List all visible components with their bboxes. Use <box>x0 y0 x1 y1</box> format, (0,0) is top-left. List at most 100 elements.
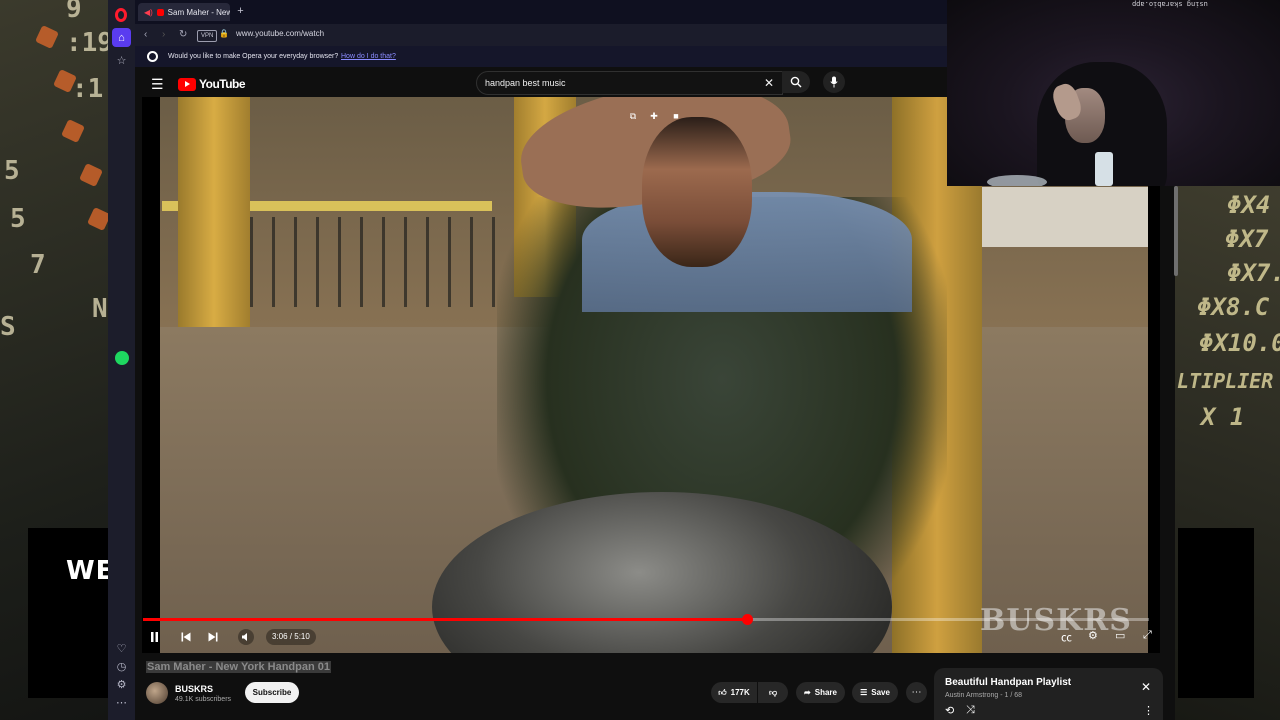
heart-icon[interactable]: ♡ <box>114 641 129 656</box>
playlist-meta: Austin Armstrong - 1 / 68 <box>945 692 1023 699</box>
desk-light <box>987 175 1047 186</box>
share-button[interactable]: ➦ Share <box>796 682 845 703</box>
more-actions-button[interactable]: ⋯ <box>906 682 927 703</box>
pause-icon <box>150 632 158 642</box>
dislike-button[interactable]: 👎︎ <box>758 682 788 703</box>
progress-played <box>143 618 747 621</box>
infobar-message: Would you like to make Opera your everyd… <box>168 53 339 60</box>
bg-multiplier: ΦX8.C <box>1197 293 1270 321</box>
scrollbar[interactable] <box>1174 186 1178 276</box>
tab-bar: ◀) Sam Maher - New Yo + <box>135 0 947 24</box>
settings-icon[interactable]: ⚙ <box>114 677 129 692</box>
bg-number: :1 <box>72 74 104 104</box>
forward-icon[interactable]: › <box>162 29 165 40</box>
address-bar: ‹ › ↻ VPN 🔒 www.youtube.com/watch <box>135 24 947 47</box>
next-button[interactable] <box>206 629 220 645</box>
tab-title: Sam Maher - New Yo <box>167 7 230 17</box>
more-icon[interactable]: ⋯ <box>114 695 129 710</box>
youtube-logo-text: YouTube <box>199 77 246 91</box>
opera-infobar-icon <box>147 51 158 62</box>
like-count: 177K <box>730 688 750 697</box>
search-button[interactable] <box>782 71 810 93</box>
subscribe-button[interactable]: Subscribe <box>245 682 299 703</box>
bg-number: 7 <box>30 250 46 280</box>
new-tab-button[interactable]: + <box>235 6 246 17</box>
skip-next-icon <box>208 632 218 642</box>
save-button[interactable]: ☰ Save <box>852 682 898 703</box>
camera-icon[interactable]: ■ <box>669 109 683 123</box>
dice-decoration <box>35 25 59 49</box>
star-icon[interactable]: ☆ <box>114 53 129 68</box>
add-effect-icon[interactable]: ✚ <box>647 109 661 123</box>
clear-search-icon[interactable]: ✕ <box>764 76 774 90</box>
bg-multiplier: LTIPLIER <box>1177 369 1274 393</box>
subscriber-count: 49.1K subscribers <box>175 696 232 703</box>
webcam-overlay: using skarabio.app <box>947 0 1280 186</box>
stream-banner-right <box>1178 528 1254 698</box>
like-button[interactable]: 👍︎ 177K <box>711 682 757 703</box>
skip-previous-icon <box>181 632 191 642</box>
channel-name[interactable]: BUSKRS <box>175 684 213 694</box>
pause-button[interactable] <box>147 629 161 645</box>
fullscreen-icon[interactable]: ⤢ <box>1143 629 1152 642</box>
youtube-logo[interactable]: YouTube <box>178 77 246 91</box>
playlist-more-icon[interactable]: ⋮ <box>1143 704 1154 717</box>
dice-decoration <box>79 163 103 187</box>
video-progress-bar[interactable] <box>143 614 1149 625</box>
miniplayer-icon[interactable]: ⧉ <box>626 109 640 123</box>
back-icon[interactable]: ‹ <box>144 29 147 40</box>
settings-gear-icon[interactable]: ⚙ <box>1088 629 1098 642</box>
tab-active[interactable]: ◀) Sam Maher - New Yo <box>138 3 230 21</box>
bg-multiplier: ΦX4 <box>1227 191 1271 219</box>
channel-avatar[interactable] <box>146 682 168 704</box>
progress-scrubber[interactable] <box>741 614 753 625</box>
bg-number: 5 <box>10 204 26 234</box>
playlist-panel: Beautiful Handpan Playlist Austin Armstr… <box>934 668 1163 720</box>
save-playlist-icon: ☰ <box>860 688 868 697</box>
url-field[interactable]: www.youtube.com/watch <box>236 29 324 38</box>
bg-number: 5 <box>4 156 20 186</box>
playlist-title[interactable]: Beautiful Handpan Playlist <box>945 677 1071 688</box>
history-icon[interactable]: ◷ <box>114 659 129 674</box>
default-browser-infobar: Would you like to make Opera your everyd… <box>135 46 947 67</box>
close-playlist-icon[interactable]: ✕ <box>1141 680 1151 694</box>
thumbs-up-icon: 👍︎ <box>718 687 727 697</box>
video-performer-head <box>642 117 752 267</box>
video-title: Sam Maher - New York Handpan 01 <box>146 661 331 673</box>
infobar-link[interactable]: How do I do that? <box>341 53 396 60</box>
volume-button[interactable] <box>238 629 254 645</box>
bg-number: S <box>0 312 16 342</box>
search-query: handpan best music <box>485 78 566 88</box>
bg-number: 9 <box>66 0 82 24</box>
home-icon[interactable]: ⌂ <box>112 28 131 47</box>
reload-icon[interactable]: ↻ <box>179 29 187 40</box>
share-label: Share <box>814 688 837 697</box>
lock-icon[interactable]: 🔒 <box>219 29 229 38</box>
stream-banner-left: WE <box>28 528 113 698</box>
opera-logo-icon[interactable] <box>115 8 127 22</box>
theater-mode-icon[interactable]: ▭ <box>1115 629 1125 642</box>
spotify-icon[interactable] <box>115 351 129 365</box>
more-horizontal-icon: ⋯ <box>911 687 922 698</box>
dice-decoration <box>61 119 85 143</box>
loop-icon[interactable]: ⟲ <box>945 704 954 717</box>
captions-icon[interactable]: ㏄ <box>1061 629 1072 645</box>
volume-icon <box>242 633 247 641</box>
previous-button[interactable] <box>179 629 193 645</box>
bg-number: N <box>92 294 108 324</box>
bg-multiplier: ΦX10.0 <box>1199 329 1280 357</box>
search-icon <box>790 76 802 88</box>
search-input[interactable]: handpan best music ✕ <box>476 71 783 95</box>
video-scene-fence <box>250 217 510 307</box>
share-icon: ➦ <box>804 688 811 697</box>
vpn-badge[interactable]: VPN <box>197 30 218 42</box>
youtube-favicon-icon <box>156 8 164 16</box>
audio-playing-icon[interactable]: ◀) <box>144 8 153 17</box>
video-letterbox <box>142 97 160 653</box>
shuffle-icon[interactable]: ⤨ <box>966 704 975 717</box>
hamburger-menu-icon[interactable]: ☰ <box>151 76 164 93</box>
bg-multiplier: ΦX7. <box>1227 259 1280 287</box>
voice-search-button[interactable] <box>823 71 845 93</box>
bg-number: :19 <box>66 28 110 58</box>
video-scene-wall <box>982 187 1152 247</box>
